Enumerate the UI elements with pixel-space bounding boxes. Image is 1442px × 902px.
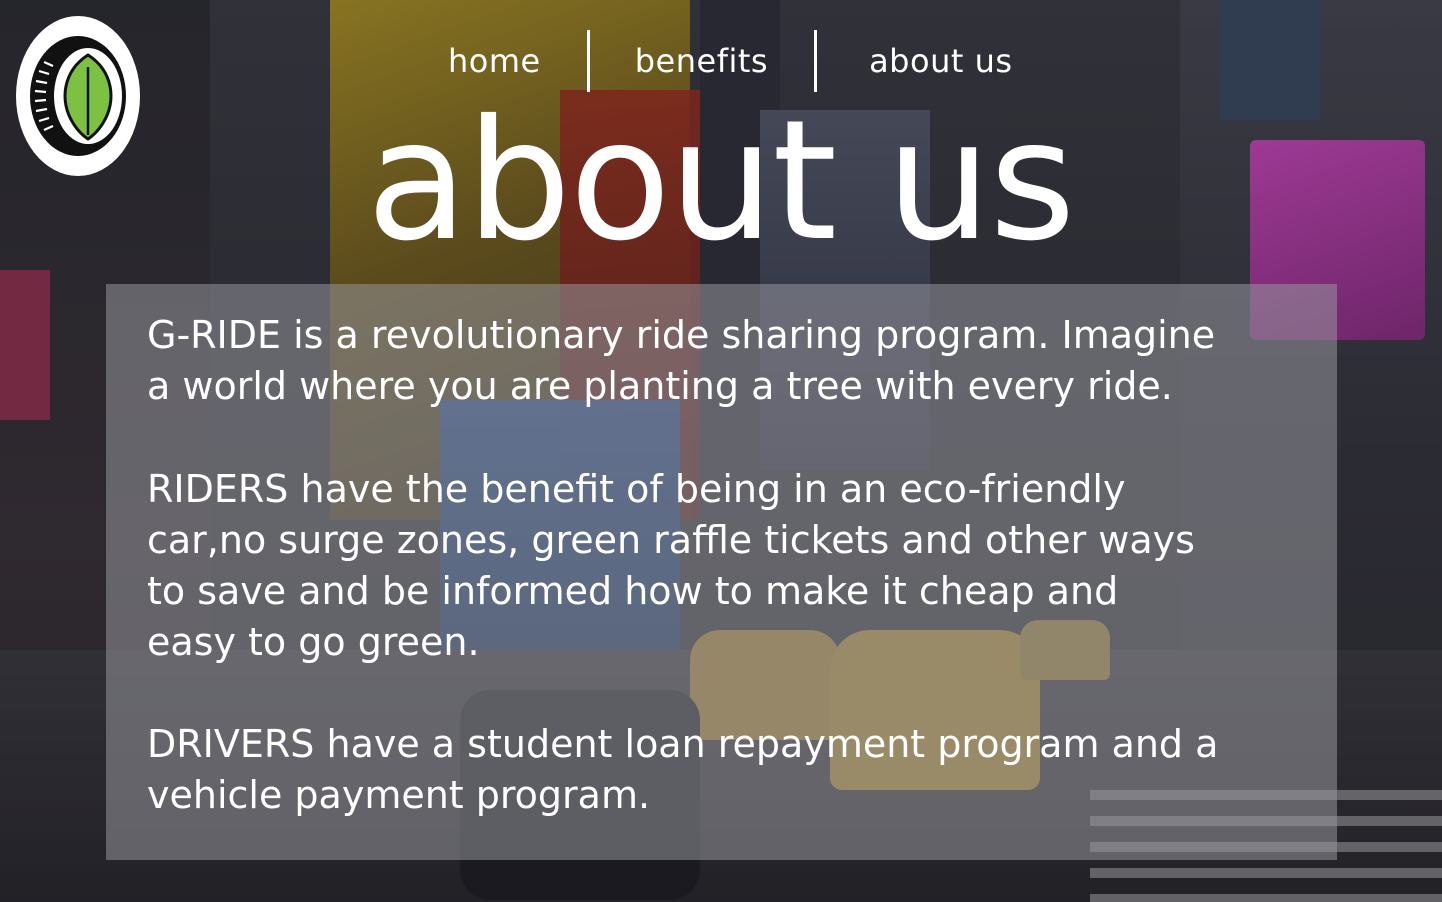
drivers-paragraph: DRIVERS have a student loan repayment pr… [147,719,1327,821]
riders-paragraph: RIDERS have the benefit of being in an e… [147,464,1317,668]
page-title: about us [366,85,1075,278]
drivers-line: vehicle payment program. [147,773,651,817]
nav-home-link[interactable]: home [448,42,541,80]
drivers-line: DRIVERS have a student loan repayment pr… [147,722,1219,766]
nav-divider [814,30,818,92]
riders-line: easy to go green. [147,620,480,664]
about-content-panel: G-RIDE is a revolutionary ride sharing p… [106,284,1337,860]
nav-benefits-link[interactable]: benefits [635,42,768,80]
riders-line: car,no surge zones, green raffle tickets… [147,518,1195,562]
intro-line: G-RIDE is a revolutionary ride sharing p… [147,313,1216,357]
intro-paragraph: G-RIDE is a revolutionary ride sharing p… [147,310,1317,412]
intro-line: a world where you are planting a tree wi… [147,364,1173,408]
nav-divider [586,30,590,92]
riders-line: RIDERS have the benefit of being in an e… [147,467,1126,511]
nav-about-us-link[interactable]: about us [869,42,1012,80]
main-nav: home benefits about us [400,30,1013,92]
tire-leaf-logo-icon[interactable] [16,16,140,176]
riders-line: to save and be informed how to make it c… [147,569,1119,613]
